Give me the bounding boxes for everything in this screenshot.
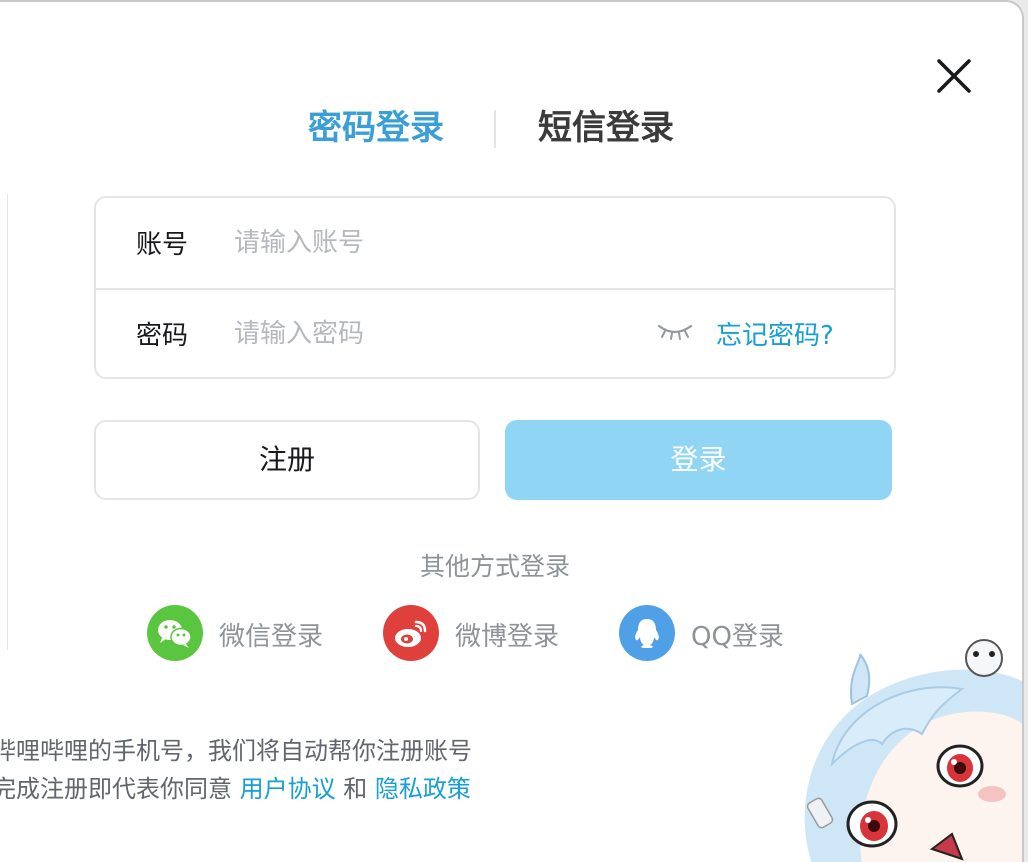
footer-line-1: 哔哩哔哩的手机号，我们将自动帮你注册账号 (0, 737, 472, 765)
footer-line-2: 完成注册即代表你同意 用户协议 和 隐私政策 (0, 770, 472, 808)
mascot-character (804, 639, 1022, 862)
other-login-title: 其他方式登录 (419, 552, 570, 581)
close-button[interactable] (934, 56, 974, 96)
weibo-icon (395, 620, 427, 647)
login-button[interactable]: 登录 (505, 420, 892, 500)
footer-and: 和 (335, 775, 375, 803)
password-row: 密码 忘记密码? (96, 289, 894, 379)
login-dialog: 密码登录 短信登录 账号 密码 忘记密码? 注册 登录 其他方式登录 (0, 0, 1024, 862)
qq-icon (635, 619, 659, 648)
wechat-login-label: 微信登录 (219, 622, 324, 652)
account-row: 账号 (96, 198, 894, 290)
tab-separator (494, 110, 496, 148)
privacy-policy-link[interactable]: 隐私政策 (375, 775, 471, 803)
footer-notice: 哔哩哔哩的手机号，我们将自动帮你注册账号 完成注册即代表你同意 用户协议 和 隐… (0, 732, 472, 808)
close-icon (937, 59, 971, 93)
user-agreement-link[interactable]: 用户协议 (240, 775, 336, 803)
tab-sms-login[interactable]: 短信登录 (538, 102, 674, 154)
login-tabs: 密码登录 短信登录 (0, 102, 990, 158)
password-label: 密码 (136, 321, 189, 351)
tab-password-login[interactable]: 密码登录 (308, 102, 444, 154)
footer-line-2-prefix: 完成注册即代表你同意 (0, 775, 240, 803)
account-label: 账号 (136, 230, 189, 260)
qq-login-label: QQ登录 (691, 622, 784, 652)
weibo-login-label: 微博登录 (455, 622, 560, 652)
login-form: 账号 密码 忘记密码? (94, 196, 896, 379)
account-input[interactable] (232, 220, 616, 266)
forgot-password-link[interactable]: 忘记密码? (716, 315, 834, 352)
register-button[interactable]: 注册 (94, 420, 480, 500)
eye-closed-icon[interactable] (656, 321, 694, 343)
wechat-icon (158, 620, 192, 648)
password-input[interactable] (232, 311, 616, 357)
